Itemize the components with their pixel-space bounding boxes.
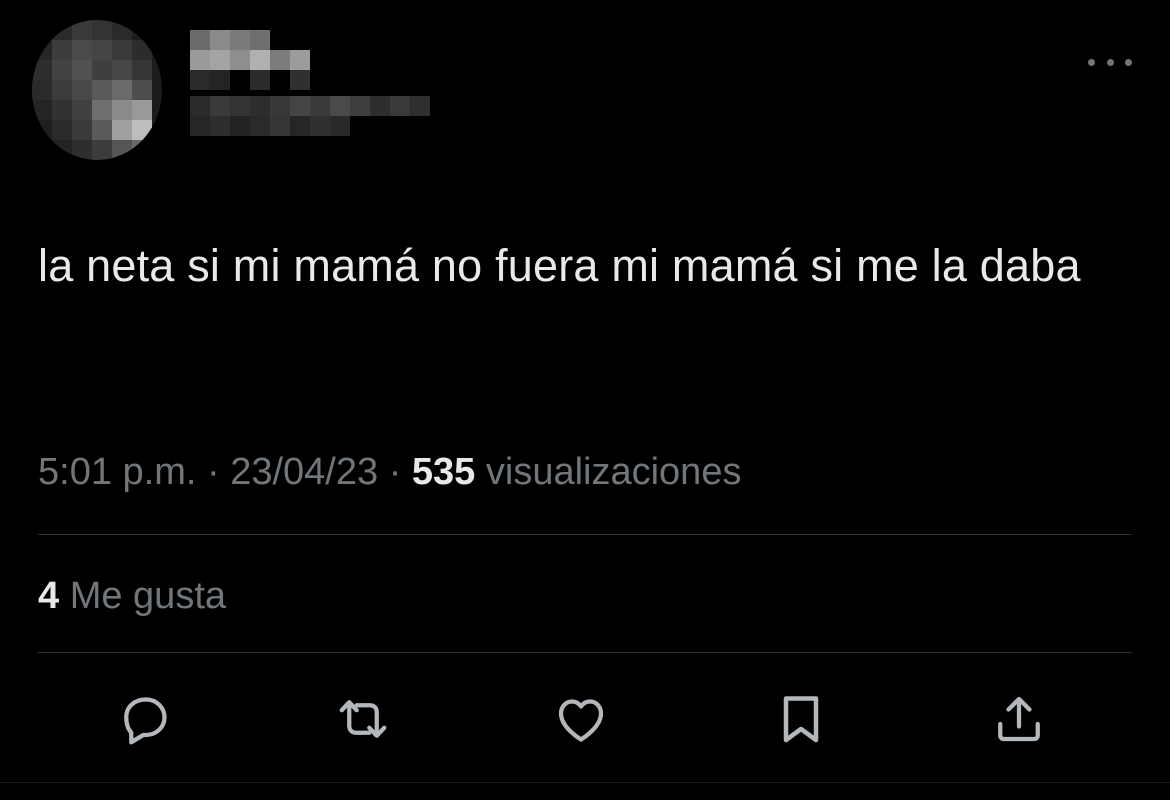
bookmark-icon — [783, 696, 819, 743]
views-label: visualizaciones — [485, 451, 742, 493]
tweet-detail: la neta si mi mamá no fuera mi mamá si m… — [0, 0, 1170, 800]
views-count: 535 — [411, 451, 476, 493]
retweet-icon — [339, 700, 387, 738]
likes-label: Me gusta — [69, 575, 227, 617]
tweet-date[interactable]: 23/04/23 — [230, 451, 378, 493]
reply-button[interactable] — [114, 688, 176, 750]
avatar[interactable] — [32, 20, 162, 160]
tweet-text: la neta si mi mamá no fuera mi mamá si m… — [38, 240, 1081, 291]
retweet-button[interactable] — [332, 688, 394, 750]
tweet-meta: 5:01 p.m. · 23/04/23 · 535 visualizacion… — [38, 448, 741, 496]
likes-count: 4 — [38, 575, 60, 617]
meta-separator: · — [206, 451, 220, 493]
divider — [38, 652, 1132, 653]
more-horizontal-icon — [1106, 58, 1114, 66]
likes-stat[interactable]: 4 Me gusta — [38, 572, 226, 620]
divider — [38, 534, 1132, 535]
heart-icon — [558, 699, 604, 742]
share-button[interactable] — [988, 688, 1050, 750]
tweet-time[interactable]: 5:01 p.m. — [38, 451, 196, 493]
share-icon — [998, 696, 1040, 742]
more-horizontal-icon — [1088, 58, 1095, 66]
more-horizontal-icon — [1125, 58, 1132, 66]
reply-icon — [124, 697, 167, 745]
more-options-button[interactable] — [1088, 52, 1132, 72]
author-handle-censored[interactable] — [190, 96, 440, 136]
bookmark-button[interactable] — [770, 688, 832, 750]
meta-separator: · — [388, 451, 402, 493]
divider — [0, 782, 1170, 783]
like-button[interactable] — [550, 688, 612, 750]
